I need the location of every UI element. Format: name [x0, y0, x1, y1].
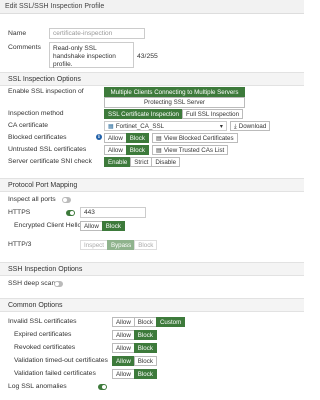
- invalid-custom[interactable]: Custom: [155, 317, 186, 327]
- blocked-certificates-label: Blocked certificates: [8, 134, 67, 141]
- revoked-certificates-label: Revoked certificates: [14, 344, 76, 351]
- invalid-certificates-label: Invalid SSL certificates: [8, 318, 77, 325]
- timeout-certificates-toggle: Allow Block: [112, 356, 157, 366]
- sni-check-label: Server certificate SNI check: [8, 158, 92, 165]
- certificate-icon: ▦: [108, 122, 114, 130]
- ca-certificate-label: CA certificate: [8, 122, 49, 129]
- ca-certificate-value: Fortinet_CA_SSL: [115, 122, 165, 130]
- download-button[interactable]: ⤓ Download: [230, 121, 271, 131]
- failed-certificates-toggle: Allow Block: [112, 369, 157, 379]
- view-blocked-certificates-button[interactable]: ▤ View Blocked Certificates: [152, 133, 238, 143]
- section-ssl-inspection: SSL Inspection Options: [0, 72, 304, 86]
- failed-certificates-label: Validation failed certificates: [14, 370, 96, 377]
- untrusted-certificates-toggle: Allow Block: [104, 145, 149, 155]
- sni-disable[interactable]: Disable: [151, 157, 181, 167]
- ech-block[interactable]: Block: [101, 221, 125, 231]
- window-title: Edit SSL/SSH Inspection Profile: [0, 0, 304, 14]
- section-common-options: Common Options: [0, 298, 304, 312]
- list-icon: ▤: [156, 134, 162, 142]
- section-port-mapping: Protocol Port Mapping: [0, 178, 304, 192]
- expired-allow[interactable]: Allow: [112, 330, 135, 340]
- inspection-method-toggle: SSL Certificate Inspection Full SSL Insp…: [104, 109, 244, 119]
- https-toggle[interactable]: [66, 210, 75, 216]
- http3-toggle: Inspect Bypass Block: [80, 240, 158, 250]
- ssh-deep-scan-label: SSH deep scan: [8, 280, 56, 287]
- method-full-inspection[interactable]: Full SSL Inspection: [181, 109, 244, 119]
- download-label: Download: [238, 122, 267, 130]
- enable-ssl-options: Multiple Clients Connecting to Multiple …: [104, 87, 245, 108]
- view-trusted-label: View Trusted CAs List: [163, 146, 225, 154]
- http3-inspect: Inspect: [80, 240, 108, 250]
- invalid-block[interactable]: Block: [133, 317, 157, 327]
- revoked-block[interactable]: Block: [133, 343, 157, 353]
- chevron-down-icon: ▾: [219, 122, 223, 130]
- comments-counter: 43/255: [137, 53, 158, 60]
- list-icon: ▤: [156, 146, 162, 154]
- revoked-allow[interactable]: Allow: [112, 343, 135, 353]
- inspect-all-ports-toggle[interactable]: [62, 197, 71, 203]
- section-ssh-inspection: SSH Inspection Options: [0, 262, 304, 276]
- method-certificate-inspection[interactable]: SSL Certificate Inspection: [104, 109, 183, 119]
- http3-bypass: Bypass: [106, 240, 136, 250]
- timeout-block[interactable]: Block: [133, 356, 157, 366]
- revoked-certificates-toggle: Allow Block: [112, 343, 157, 353]
- http3-label: HTTP/3: [8, 241, 32, 248]
- failed-block[interactable]: Block: [133, 369, 157, 379]
- inspection-method-label: Inspection method: [8, 110, 64, 117]
- timeout-certificates-label: Validation timed-out certificates: [14, 357, 108, 364]
- comments-field[interactable]: Read-only SSL handshake inspection profi…: [49, 42, 134, 68]
- blocked-block[interactable]: Block: [125, 133, 149, 143]
- expired-block[interactable]: Block: [133, 330, 157, 340]
- view-blocked-label: View Blocked Certificates: [163, 134, 234, 142]
- comments-label: Comments: [8, 44, 41, 51]
- info-icon[interactable]: i: [96, 134, 102, 140]
- invalid-certificates-toggle: Allow Block Custom: [112, 317, 186, 327]
- ech-allow[interactable]: Allow: [80, 221, 103, 231]
- view-trusted-cas-button[interactable]: ▤ View Trusted CAs List: [152, 145, 229, 155]
- sni-check-toggle: Enable Strict Disable: [104, 157, 181, 167]
- https-port-field[interactable]: 443: [80, 207, 146, 218]
- encrypted-client-hello-toggle: Allow Block: [80, 221, 125, 231]
- failed-allow[interactable]: Allow: [112, 369, 135, 379]
- invalid-allow[interactable]: Allow: [112, 317, 135, 327]
- blocked-allow[interactable]: Allow: [104, 133, 127, 143]
- untrusted-certificates-label: Untrusted SSL certificates: [8, 146, 87, 153]
- option-protecting-server[interactable]: Protecting SSL Server: [104, 97, 245, 108]
- download-icon: ⤓: [234, 122, 237, 130]
- untrusted-allow[interactable]: Allow: [104, 145, 127, 155]
- blocked-certificates-toggle: Allow Block: [104, 133, 149, 143]
- https-label: HTTPS: [8, 209, 31, 216]
- ca-certificate-select[interactable]: ▦ Fortinet_CA_SSL ▾: [104, 121, 227, 131]
- expired-certificates-label: Expired certificates: [14, 331, 72, 338]
- encrypted-client-hello-label: Encrypted Client Hello: [14, 222, 82, 229]
- untrusted-block[interactable]: Block: [125, 145, 149, 155]
- sni-strict[interactable]: Strict: [130, 157, 153, 167]
- timeout-allow[interactable]: Allow: [112, 356, 135, 366]
- inspect-all-ports-label: Inspect all ports: [8, 196, 56, 203]
- log-ssl-anomalies-toggle[interactable]: [98, 384, 107, 390]
- ssh-deep-scan-toggle[interactable]: [54, 281, 63, 287]
- expired-certificates-toggle: Allow Block: [112, 330, 157, 340]
- http3-block: Block: [134, 240, 158, 250]
- name-label: Name: [8, 30, 27, 37]
- name-field[interactable]: certificate-inspection: [49, 28, 145, 39]
- sni-enable[interactable]: Enable: [104, 157, 132, 167]
- enable-ssl-label: Enable SSL inspection of: [8, 88, 84, 95]
- log-ssl-anomalies-label: Log SSL anomalies: [8, 383, 67, 390]
